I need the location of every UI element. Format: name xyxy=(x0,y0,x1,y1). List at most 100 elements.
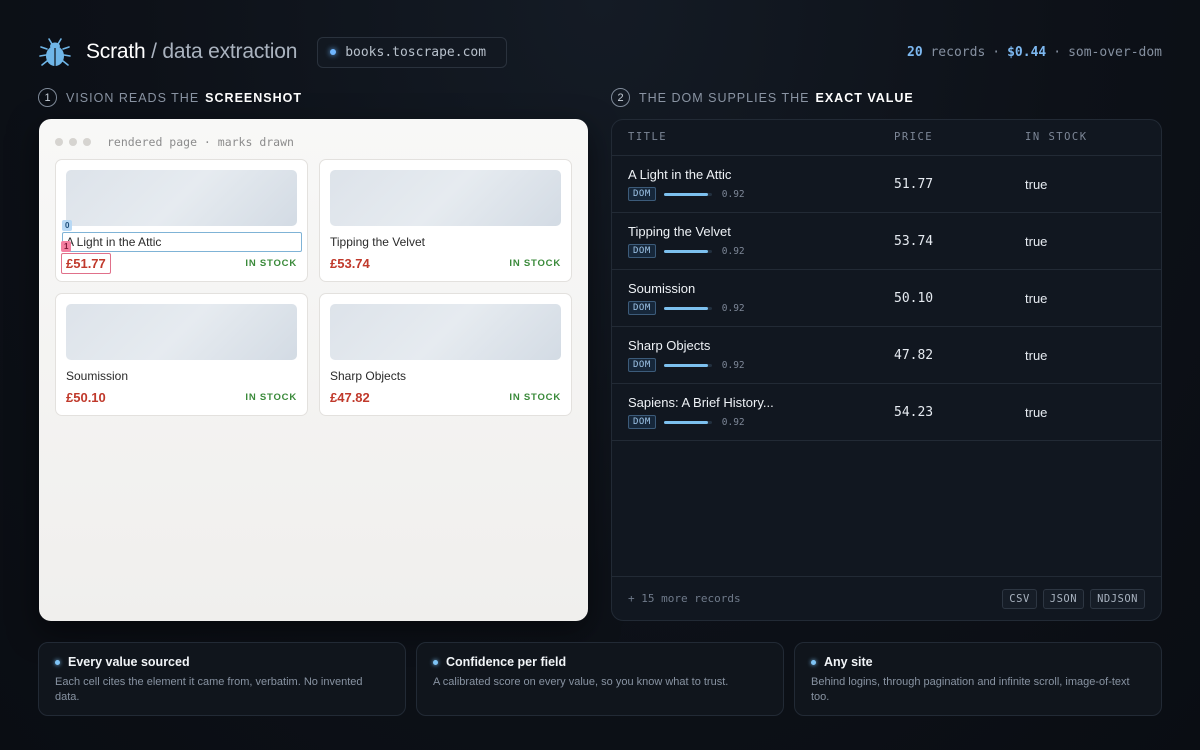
status-dot-icon xyxy=(330,49,337,55)
stats-separator: · xyxy=(1053,44,1062,60)
book-title: Soumission xyxy=(66,369,129,383)
feature-title: Every value sourced xyxy=(68,655,190,669)
confidence-value: 0.92 xyxy=(721,359,745,371)
cell-price: 53.74 xyxy=(894,234,934,249)
confidence-value: 0.92 xyxy=(721,245,745,257)
url-pill[interactable]: books.toscrape.com xyxy=(317,36,508,68)
feature-card: Any site Behind logins, through paginati… xyxy=(794,642,1162,716)
header: Scrath / data extraction books.toscrape.… xyxy=(38,36,1162,68)
feature-card: Every value sourced Each cell cites the … xyxy=(38,642,406,716)
book-title: Tipping the Velvet xyxy=(330,235,425,249)
stats-separator: · xyxy=(992,44,1001,60)
table-row[interactable]: Tipping the Velvet DOM 0.92 53.74 true xyxy=(612,213,1161,270)
brand-name: Scrath xyxy=(86,40,146,63)
records-count: 20 xyxy=(907,44,923,60)
book-card[interactable]: Soumission £50.10 IN STOCK xyxy=(55,293,308,416)
cell-price: 47.82 xyxy=(894,348,934,363)
confidence-bar xyxy=(663,192,712,196)
book-cover-image xyxy=(330,170,561,226)
extracted-records-table: TITLE PRICE IN STOCK A Light in the Atti… xyxy=(611,119,1162,621)
step-2-label: 2 THE DOM SUPPLIES THE EXACT VALUE xyxy=(611,88,914,107)
cost-value: $0.44 xyxy=(1007,44,1047,60)
cell-in-stock: true xyxy=(1025,177,1048,192)
confidence-value: 0.92 xyxy=(721,302,745,314)
confidence-bar xyxy=(663,306,712,310)
step-number: 1 xyxy=(38,88,57,107)
confidence-value: 0.92 xyxy=(721,416,745,428)
cell-in-stock: true xyxy=(1025,405,1048,420)
bullet-dot-icon xyxy=(55,659,60,665)
cell-in-stock: true xyxy=(1025,291,1048,306)
stock-status: IN STOCK xyxy=(245,258,297,269)
som-mark-box-title xyxy=(62,232,302,252)
cell-in-stock: true xyxy=(1025,348,1048,363)
feature-title: Any site xyxy=(824,655,873,669)
book-price: £53.74 xyxy=(330,256,370,271)
book-card[interactable]: Tipping the Velvet £53.74 IN STOCK xyxy=(319,159,572,282)
export-buttons: CSV JSON NDJSON xyxy=(1002,589,1145,609)
source-badge: DOM xyxy=(628,301,656,315)
cell-title: Soumission xyxy=(628,281,696,296)
brand-separator: / xyxy=(151,40,157,63)
url-text: books.toscrape.com xyxy=(345,44,487,60)
step-strong: SCREENSHOT xyxy=(205,90,302,105)
book-card[interactable]: Sharp Objects £47.82 IN STOCK xyxy=(319,293,572,416)
brand-subtitle: data extraction xyxy=(162,40,298,63)
bullet-dot-icon xyxy=(433,659,438,665)
som-mark-tag: 1 xyxy=(61,241,72,252)
book-cover-image xyxy=(66,304,297,360)
som-mark-box-price xyxy=(61,253,111,274)
step-number: 2 xyxy=(611,88,630,107)
source-badge: DOM xyxy=(628,415,656,429)
column-header-title[interactable]: TITLE xyxy=(628,131,667,143)
confidence-bar xyxy=(663,420,712,424)
run-stats: 20 records · $0.44 · som-over-dom xyxy=(907,45,1162,60)
stock-status: IN STOCK xyxy=(509,392,561,403)
feature-description: A calibrated score on every value, so yo… xyxy=(433,676,729,688)
feature-card: Confidence per field A calibrated score … xyxy=(416,642,784,716)
rendered-page-panel: rendered page · marks drawn A Light in t… xyxy=(39,119,588,621)
cell-price: 51.77 xyxy=(894,177,934,192)
table-row[interactable]: Sapiens: A Brief History... DOM 0.92 54.… xyxy=(612,384,1161,441)
confidence-value: 0.92 xyxy=(721,188,745,200)
book-title: Sharp Objects xyxy=(330,369,407,383)
window-bar: rendered page · marks drawn xyxy=(55,135,294,149)
page-caption: rendered page · marks drawn xyxy=(107,135,294,149)
stock-status: IN STOCK xyxy=(245,392,297,403)
cell-price: 50.10 xyxy=(894,291,934,306)
source-badge: DOM xyxy=(628,358,656,372)
beetle-icon[interactable] xyxy=(38,35,72,69)
table-row[interactable]: Soumission DOM 0.92 50.10 true xyxy=(612,270,1161,327)
column-header-in-stock[interactable]: IN STOCK xyxy=(1025,131,1088,143)
column-header-price[interactable]: PRICE xyxy=(894,131,933,143)
mode-label: som-over-dom xyxy=(1068,44,1162,60)
source-badge: DOM xyxy=(628,187,656,201)
table-row[interactable]: Sharp Objects DOM 0.92 47.82 true xyxy=(612,327,1161,384)
book-card[interactable]: A Light in the Attic £51.77 IN STOCK 0 1 xyxy=(55,159,308,282)
export-csv-button[interactable]: CSV xyxy=(1002,589,1037,609)
table-row[interactable]: A Light in the Attic DOM 0.92 51.77 true xyxy=(612,156,1161,213)
som-mark-tag: 0 xyxy=(62,220,73,231)
feature-title: Confidence per field xyxy=(446,655,567,669)
feature-description: Each cell cites the element it came from… xyxy=(55,676,363,703)
table-header: TITLE PRICE IN STOCK xyxy=(612,120,1161,156)
cell-title: Sharp Objects xyxy=(628,338,711,353)
more-records-link[interactable]: + 15 more records xyxy=(628,592,741,605)
confidence-fill xyxy=(663,306,708,310)
confidence-fill xyxy=(663,249,708,253)
source-badge: DOM xyxy=(628,244,656,258)
stock-status: IN STOCK xyxy=(509,258,561,269)
cell-title: Sapiens: A Brief History... xyxy=(628,395,774,410)
confidence-fill xyxy=(663,192,708,196)
book-cover-image xyxy=(66,170,297,226)
cell-title: A Light in the Attic xyxy=(628,167,732,182)
export-ndjson-button[interactable]: NDJSON xyxy=(1090,589,1145,609)
step-1-label: 1 VISION READS THE SCREENSHOT xyxy=(38,88,302,107)
book-price: £50.10 xyxy=(66,390,106,405)
window-dot-icon xyxy=(55,138,63,146)
window-dot-icon xyxy=(69,138,77,146)
book-cover-image xyxy=(330,304,561,360)
export-json-button[interactable]: JSON xyxy=(1042,589,1085,609)
confidence-bar xyxy=(663,363,712,367)
cell-title: Tipping the Velvet xyxy=(628,224,731,239)
